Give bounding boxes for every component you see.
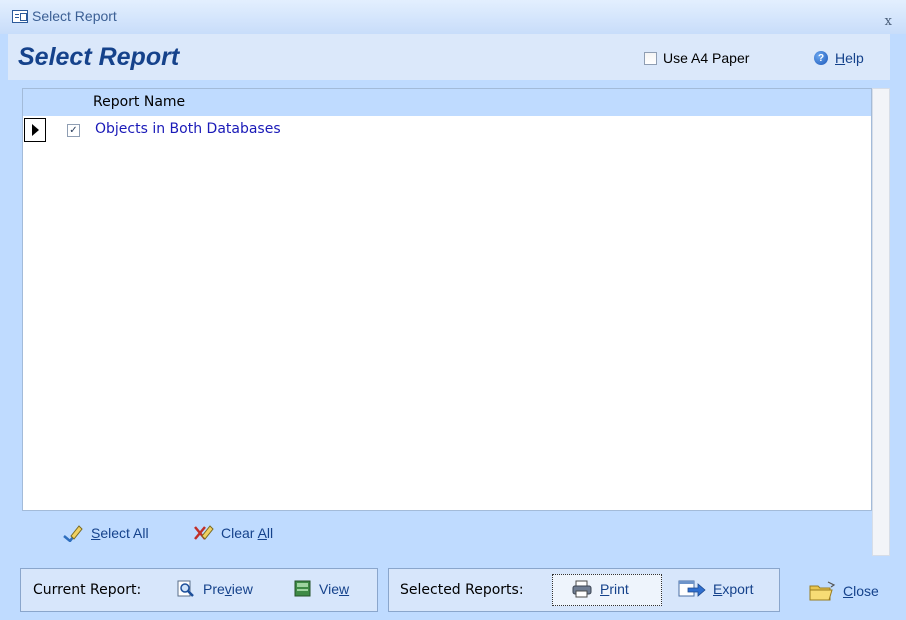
export-label: Export — [713, 581, 753, 597]
report-view-icon — [294, 580, 312, 598]
help-hotkey: H — [835, 50, 846, 66]
clear-all-hotkey: A — [257, 525, 267, 541]
close-label: Close — [843, 583, 879, 599]
export-arrow-icon — [678, 580, 706, 598]
window-close-button[interactable]: x — [885, 14, 892, 29]
column-report-name: Report Name — [93, 94, 186, 110]
export-post: xport — [722, 581, 754, 597]
window-titlebar: Select Report x — [0, 0, 906, 34]
help-label: Help — [835, 50, 864, 66]
page-title: Select Report — [18, 43, 180, 71]
report-name-cell[interactable]: Objects in Both Databases — [95, 121, 281, 137]
select-all-post: elect All — [100, 525, 149, 541]
print-hotkey: P — [600, 581, 610, 597]
row-checkbox[interactable]: ✓ — [67, 124, 80, 137]
view-hotkey: w — [338, 581, 350, 597]
export-button[interactable]: Export — [678, 580, 753, 598]
selection-toolbar — [22, 510, 872, 556]
select-all-hotkey: S — [91, 525, 101, 541]
preview-post: iew — [231, 581, 253, 597]
close-hotkey: C — [843, 583, 854, 599]
preview-button[interactable]: Preview — [176, 580, 253, 598]
magnifier-page-icon — [176, 580, 196, 598]
close-button[interactable]: Close — [808, 580, 879, 602]
clear-all-label: Clear All — [221, 525, 273, 541]
clear-all-post: ll — [266, 525, 274, 541]
selected-reports-label: Selected Reports: — [400, 582, 524, 598]
use-a4-paper-label: Use A4 Paper — [663, 50, 750, 66]
help-button[interactable]: ? Help — [814, 50, 864, 66]
current-report-label: Current Report: — [33, 582, 142, 598]
view-button[interactable]: View — [294, 580, 349, 598]
folder-close-icon — [808, 580, 836, 602]
close-post: lose — [853, 583, 879, 599]
vertical-scrollbar[interactable] — [872, 88, 890, 556]
use-a4-paper-checkbox[interactable] — [644, 51, 657, 65]
form-window-icon — [12, 10, 28, 23]
table-row[interactable]: ✓ Objects in Both Databases — [23, 117, 871, 143]
print-button[interactable]: Print — [571, 580, 629, 598]
clear-all-button[interactable]: Clear All — [192, 524, 273, 542]
report-list-header: Report Name — [23, 89, 871, 116]
export-hotkey: E — [713, 581, 723, 597]
clear-all-pre: Clear — [221, 525, 258, 541]
select-all-label: Select All — [91, 525, 149, 541]
window-title: Select Report — [32, 8, 117, 24]
preview-pre: Pre — [203, 581, 225, 597]
preview-label: Preview — [203, 581, 253, 597]
row-selector-arrow-icon[interactable] — [24, 118, 46, 142]
report-list[interactable]: Report Name ✓ Objects in Both Databases — [22, 88, 872, 556]
pencil-clear-icon — [192, 524, 214, 542]
help-icon: ? — [814, 51, 828, 65]
view-label: View — [319, 581, 349, 597]
printer-icon — [571, 580, 593, 598]
view-pre: Vie — [319, 581, 339, 597]
preview-hotkey: v — [224, 581, 232, 597]
select-all-button[interactable]: Select All — [62, 524, 149, 542]
help-label-rest: elp — [845, 50, 864, 66]
use-a4-paper-option[interactable]: Use A4 Paper — [644, 50, 749, 66]
print-post: rint — [609, 581, 629, 597]
print-label: Print — [600, 581, 629, 597]
pencil-check-icon — [62, 524, 84, 542]
